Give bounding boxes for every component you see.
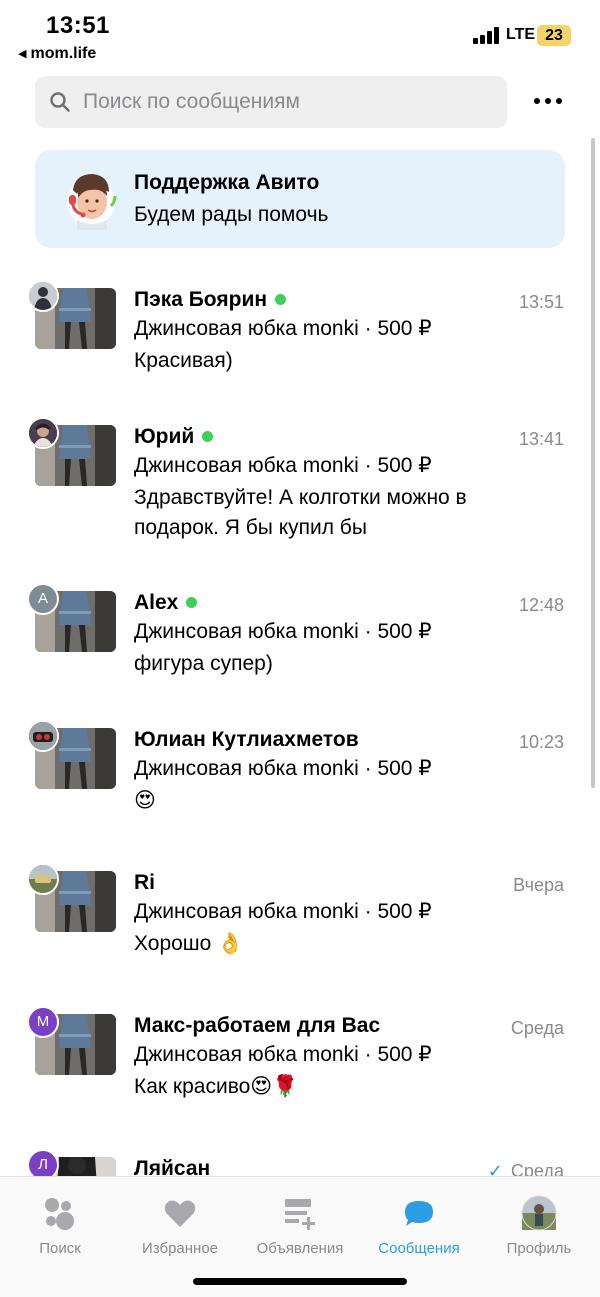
network-label: LTE (506, 26, 536, 43)
back-app-label: mom.life (30, 45, 97, 62)
user-avatar (27, 417, 59, 449)
online-indicator (202, 431, 214, 442)
clock: 13:51 (46, 12, 110, 39)
support-agent-icon (67, 174, 117, 230)
search-input[interactable] (83, 76, 493, 128)
user-avatar: A (27, 583, 59, 615)
search-bar[interactable] (35, 76, 507, 128)
last-message: 😍 (134, 789, 156, 812)
home-indicator[interactable] (193, 1278, 407, 1285)
chat-time: 13:41 (518, 429, 564, 449)
contact-name: Юлиан Кутлиахметов (134, 728, 359, 752)
chat-item[interactable]: Юрий 13:41 Джинсовая юбка monki · 500 ₽ … (0, 407, 600, 573)
read-check-icon: ✓ (487, 1161, 503, 1176)
tab-label: Сообщения (378, 1240, 460, 1257)
battery-icon: 23 (537, 25, 571, 46)
contact-name: Ляйсан (134, 1157, 210, 1176)
user-avatar: М (27, 1006, 59, 1038)
contact-name: Макс-работаем для Вас (134, 1014, 380, 1038)
heart-icon (164, 1200, 196, 1227)
contact-name-text: Макс-работаем для Вас (134, 1014, 381, 1037)
chat-item[interactable]: Пэка Боярин 13:51 Джинсовая юбка monki ·… (0, 270, 600, 407)
contact-name-text: Alex (134, 591, 179, 614)
listing-title: Джинсовая юбка monki · 500 ₽ (134, 620, 432, 643)
last-message: Хорошо 👌 (134, 932, 244, 955)
contact-name-text: Ri (134, 871, 155, 894)
tab-search[interactable]: Поиск (5, 1187, 115, 1257)
contact-name: Alex (134, 591, 198, 615)
chat-item[interactable]: Юлиан Кутлиахметов 10:23 Джинсовая юбка … (0, 710, 600, 853)
tab-label: Поиск (39, 1240, 81, 1257)
tab-label: Профиль (506, 1240, 572, 1257)
search-icon (50, 92, 70, 112)
chat-item[interactable]: Ri Вчера Джинсовая юбка monki · 500 ₽ Хо… (0, 853, 600, 996)
chat-time: 13:51 (518, 292, 564, 312)
contact-name: Ri (134, 871, 155, 895)
user-avatar (27, 280, 59, 312)
tab-label: Объявления (256, 1240, 344, 1257)
listing-title: Джинсовая юбка monki · 500 ₽ (134, 1043, 432, 1066)
tab-favorites[interactable]: Избранное (125, 1187, 235, 1257)
last-message: Здравствуйте! А колготки можно в подарок… (134, 486, 467, 539)
online-indicator (186, 597, 198, 608)
user-avatar (27, 720, 59, 752)
signal-icon (473, 26, 501, 44)
listings-add-icon (285, 1199, 315, 1230)
chat-list: Пэка Боярин 13:51 Джинсовая юбка monki ·… (0, 270, 600, 1176)
tab-ads[interactable]: Объявления (245, 1187, 355, 1257)
online-indicator (275, 294, 287, 305)
chat-item[interactable]: М Макс-работаем для Вас Среда Джинсовая … (0, 996, 600, 1139)
search-tab-icon (45, 1198, 74, 1230)
contact-name-text: Юлиан Кутлиахметов (134, 728, 359, 751)
tab-profile[interactable]: Профиль (484, 1187, 594, 1257)
chat-time: 10:23 (518, 732, 564, 752)
contact-name-text: Пэка Боярин (134, 288, 268, 311)
more-options-icon[interactable] (532, 92, 564, 112)
listing-title: Джинсовая юбка monki · 500 ₽ (134, 317, 432, 340)
listing-title: Джинсовая юбка monki · 500 ₽ (134, 454, 432, 477)
last-message: фигура супер) (134, 652, 273, 675)
contact-name-text: Юрий (134, 425, 195, 448)
chat-time: Среда (510, 1018, 564, 1038)
tab-label: Избранное (141, 1240, 219, 1257)
chat-time: Вчера (513, 875, 564, 895)
support-subtitle: Будем рады помочь (134, 203, 329, 226)
back-to-app-link[interactable]: ◀ mom.life (18, 45, 96, 63)
chat-item[interactable]: Л Ляйсан ✓ Среда (0, 1139, 600, 1176)
chat-time: 12:48 (518, 595, 564, 615)
scrollbar[interactable] (591, 138, 595, 788)
user-avatar: Л (27, 1149, 59, 1176)
listing-title: Джинсовая юбка monki · 500 ₽ (134, 757, 432, 780)
last-message: Красивая) (134, 349, 233, 372)
last-message: Как красиво😍🌹 (134, 1075, 299, 1098)
chat-time-text: Среда (510, 1161, 564, 1176)
listing-title: Джинсовая юбка monki · 500 ₽ (134, 900, 432, 923)
status-bar: 13:51 ◀ mom.life LTE 23 (0, 0, 600, 70)
support-chat-card[interactable]: Поддержка Авито Будем рады помочь (35, 150, 565, 248)
back-triangle-icon: ◀ (18, 48, 27, 60)
support-title: Поддержка Авито (134, 171, 320, 194)
contact-name: Юрий (134, 425, 214, 449)
contact-name-text: Ляйсан (134, 1157, 211, 1176)
tab-messages[interactable]: Сообщения (364, 1187, 474, 1257)
chat-bubble-icon (405, 1201, 433, 1226)
profile-avatar-icon (521, 1195, 557, 1231)
chat-time: ✓ Среда (488, 1161, 564, 1176)
user-avatar (27, 863, 59, 895)
chat-item[interactable]: A Alex 12:48 Джинсовая юбка monki · 500 … (0, 573, 600, 710)
contact-name: Пэка Боярин (134, 288, 287, 312)
